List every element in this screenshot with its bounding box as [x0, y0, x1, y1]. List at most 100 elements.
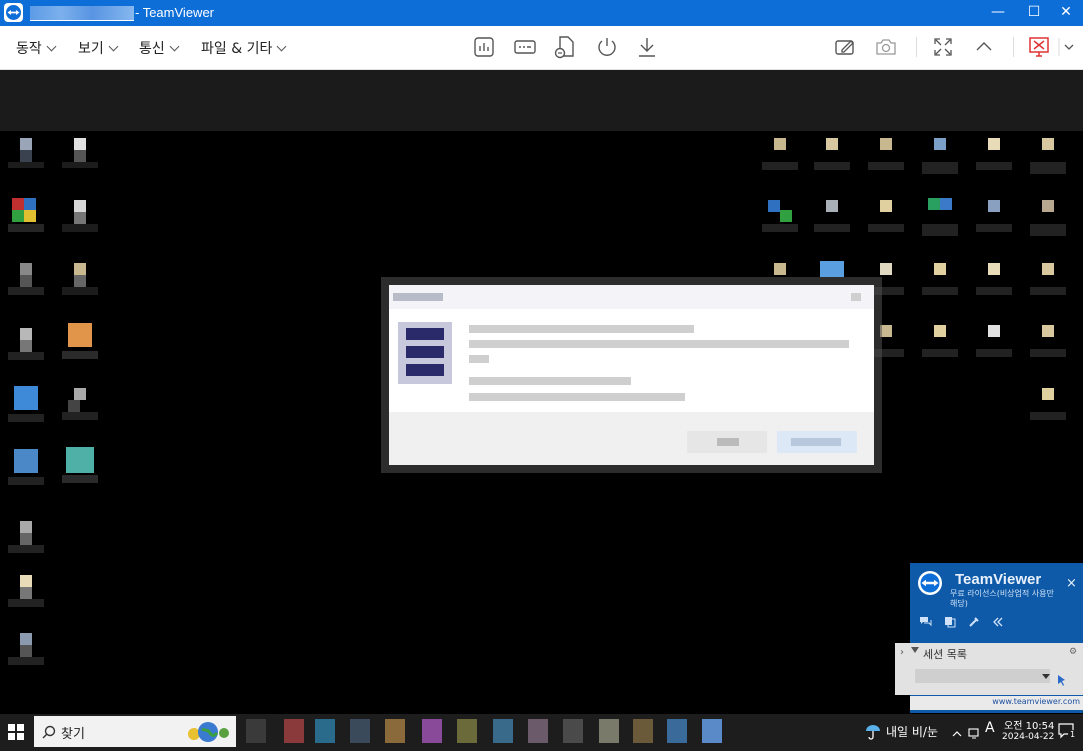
desktop-icon[interactable] [62, 384, 98, 424]
collapse-triangle-icon[interactable] [911, 647, 919, 653]
desktop-icon[interactable] [976, 134, 1012, 174]
desktop-icon[interactable] [1030, 259, 1066, 299]
file-transfer-icon[interactable] [552, 34, 578, 60]
bar-chart-icon[interactable] [471, 34, 497, 60]
desktop-icon[interactable] [1030, 384, 1066, 424]
weather-text[interactable]: 내일 비/눈 [886, 723, 938, 740]
taskbar-app-icon[interactable] [246, 719, 266, 743]
desktop-icon[interactable] [922, 321, 958, 361]
power-icon[interactable] [594, 34, 620, 60]
draw-icon[interactable] [832, 34, 858, 60]
chat-icon[interactable] [919, 613, 933, 627]
desktop-icon[interactable] [62, 134, 98, 174]
panel-close-icon[interactable]: × [1066, 576, 1077, 591]
toolbar: 동작 보기 통신 파일 & 기타 [0, 26, 1083, 70]
desktop-icon[interactable] [62, 259, 98, 299]
desktop-icon[interactable] [8, 196, 44, 236]
window-title: - TeamViewer [135, 5, 214, 20]
desktop-icon[interactable] [922, 259, 958, 299]
taskbar-app-icon[interactable] [284, 719, 304, 743]
desktop-icon[interactable] [922, 196, 958, 236]
panel-brand: TeamViewer [955, 571, 1042, 588]
teamviewer-link[interactable]: www.teamviewer.com [910, 696, 1083, 710]
chevron-down-icon [46, 41, 57, 52]
taskbar-app-icon[interactable] [702, 719, 722, 743]
dialog-header [389, 285, 874, 309]
taskbar-app-icon[interactable] [493, 719, 513, 743]
dropdown-arrow-icon[interactable] [1042, 674, 1050, 679]
desktop-icon[interactable] [1030, 134, 1066, 174]
copy-icon[interactable] [944, 613, 956, 628]
desktop-icon[interactable] [62, 196, 98, 236]
camera-icon[interactable] [873, 34, 899, 60]
taskbar-app-icon[interactable] [563, 719, 583, 743]
desktop-icon[interactable] [814, 196, 850, 236]
dialog-secondary-button[interactable] [687, 431, 767, 453]
desktop-icon[interactable] [8, 571, 44, 611]
session-settings-icon[interactable]: ⚙ [1069, 647, 1077, 657]
dialog-primary-button[interactable] [777, 431, 857, 453]
desktop-icon[interactable] [62, 321, 98, 361]
session-select[interactable] [915, 669, 1050, 683]
blurred-partner-id [30, 6, 134, 21]
taskbar-search[interactable]: 찾기 [34, 716, 236, 747]
remote-dialog [389, 285, 874, 465]
desktop-icon[interactable] [1030, 321, 1066, 361]
desktop-icon[interactable] [922, 134, 958, 174]
taskbar-app-icon[interactable] [385, 719, 405, 743]
taskbar-app-icon[interactable] [528, 719, 548, 743]
desktop-icon[interactable] [8, 384, 44, 424]
menu-chevron-icon[interactable] [1058, 34, 1083, 60]
desktop-icon[interactable] [868, 196, 904, 236]
expand-arrow-icon[interactable]: › [900, 647, 904, 658]
clock-time[interactable]: 오전 10:54 [1004, 717, 1054, 732]
desktop-icon[interactable] [8, 517, 44, 557]
tools-icon[interactable] [968, 613, 980, 627]
ime-indicator[interactable]: A [985, 720, 995, 736]
download-icon[interactable] [634, 34, 660, 60]
taskbar-app-icon[interactable] [350, 719, 370, 743]
fullscreen-icon[interactable] [930, 34, 956, 60]
taskbar-app-icon[interactable] [315, 719, 335, 743]
taskbar-app-icon[interactable] [457, 719, 477, 743]
desktop-icon[interactable] [976, 321, 1012, 361]
taskbar-app-icon[interactable] [422, 719, 442, 743]
taskbar-app-icon[interactable] [599, 719, 619, 743]
session-list-label: 세션 목록 [923, 648, 967, 661]
menu-communicate[interactable]: 통신 [139, 38, 180, 58]
chevron-down-icon [108, 41, 119, 52]
desktop-icon[interactable] [814, 134, 850, 174]
menu-actions[interactable]: 동작 [16, 38, 57, 58]
desktop-icon[interactable] [976, 196, 1012, 236]
teamviewer-logo-icon [916, 569, 944, 597]
blurred-text [469, 340, 849, 348]
collapse-up-icon[interactable] [971, 34, 997, 60]
menu-files-extras[interactable]: 파일 & 기타 [201, 38, 287, 58]
desktop-icon[interactable] [8, 134, 44, 174]
blurred-text [469, 393, 685, 401]
desktop-icon[interactable] [8, 259, 44, 299]
clock-date[interactable]: 2024-04-22 [1002, 732, 1054, 742]
desktop-icon[interactable] [8, 324, 44, 364]
keyboard-icon[interactable] [512, 34, 538, 60]
title-bar: - TeamViewer — ☐ ✕ [0, 0, 1083, 26]
windows-start-icon[interactable] [8, 724, 24, 744]
desktop-icon[interactable] [762, 196, 798, 236]
desktop-icon[interactable] [8, 629, 44, 669]
network-icon[interactable] [968, 724, 980, 743]
desktop-icon[interactable] [62, 443, 98, 483]
desktop-icon[interactable] [8, 447, 44, 487]
tray-overflow-chevron-icon[interactable] [952, 724, 962, 743]
desktop-icon[interactable] [762, 134, 798, 174]
desktop-icon[interactable] [976, 259, 1012, 299]
end-session-icon[interactable] [1027, 34, 1053, 60]
desktop-icon[interactable] [868, 134, 904, 174]
minimize-button[interactable]: — [979, 0, 1017, 26]
taskbar-app-icon[interactable] [633, 719, 653, 743]
cursor-icon[interactable] [1057, 671, 1067, 690]
desktop-icon[interactable] [1030, 196, 1066, 236]
close-button[interactable]: ✕ [1047, 0, 1083, 26]
collapse-left-icon[interactable] [992, 613, 1004, 627]
taskbar-app-icon[interactable] [667, 719, 687, 743]
menu-view[interactable]: 보기 [78, 38, 119, 58]
